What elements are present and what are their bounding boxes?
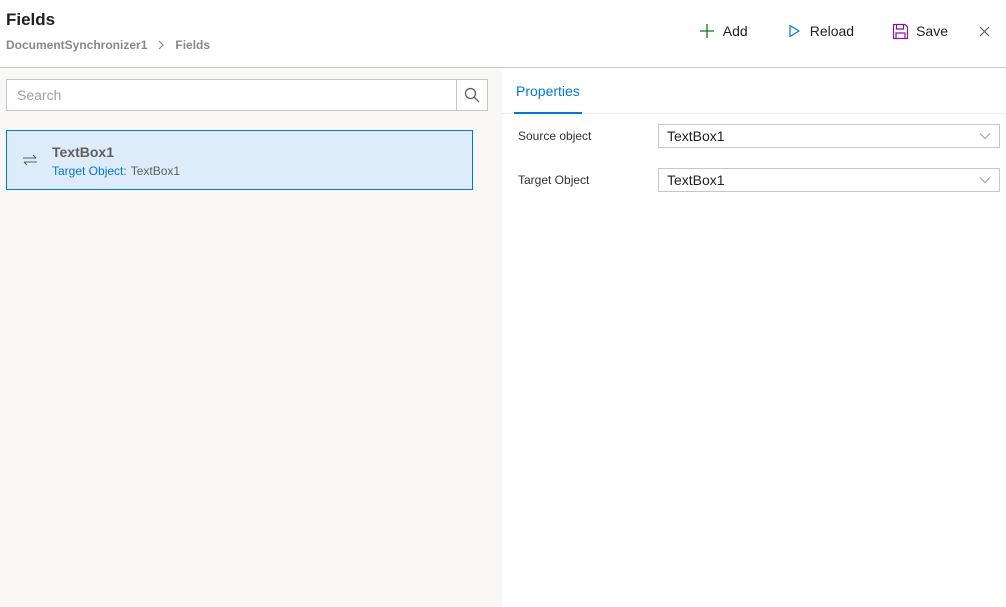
header: Fields DocumentSynchronizer1 Fields Add …	[0, 0, 1006, 68]
chevron-down-icon	[979, 130, 991, 142]
floppy-disk-icon	[890, 21, 910, 41]
save-button[interactable]: Save	[890, 18, 948, 44]
target-object-value: TextBox1	[667, 172, 725, 188]
add-button-label: Add	[722, 23, 748, 39]
add-button[interactable]: Add	[697, 18, 748, 44]
breadcrumb-item-document-synchronizer[interactable]: DocumentSynchronizer1	[6, 38, 147, 52]
list-item-subtitle: Target Object: TextBox1	[52, 164, 180, 178]
tab-properties[interactable]: Properties	[514, 69, 582, 114]
list-item-sub-key: Target Object:	[52, 164, 127, 178]
search-icon	[464, 87, 480, 103]
list-item-title: TextBox1	[52, 144, 114, 160]
page-title: Fields	[6, 10, 56, 29]
list-item-sub-value: TextBox1	[130, 164, 181, 178]
close-button[interactable]	[972, 19, 996, 43]
source-object-dropdown[interactable]: TextBox1	[658, 124, 1000, 148]
swap-icon	[22, 152, 38, 168]
reload-button[interactable]: Reload	[784, 18, 854, 44]
chevron-down-icon	[979, 174, 991, 186]
search-input[interactable]	[7, 80, 457, 110]
plus-icon	[697, 21, 717, 41]
properties-pane: Properties Source object TextBox1 Target…	[502, 69, 1006, 607]
source-object-label: Source object	[518, 129, 592, 143]
list-item[interactable]: TextBox1 Target Object: TextBox1	[6, 130, 473, 190]
breadcrumb-item-fields: Fields	[175, 38, 211, 52]
breadcrumb: DocumentSynchronizer1 Fields	[6, 38, 210, 52]
tab-bar: Properties	[502, 69, 1006, 114]
reload-button-label: Reload	[809, 23, 855, 39]
toolbar: Add Reload Save	[697, 18, 1006, 44]
target-object-dropdown[interactable]: TextBox1	[658, 168, 1000, 192]
play-icon	[784, 21, 804, 41]
save-button-label: Save	[916, 23, 948, 39]
search-button[interactable]	[456, 80, 487, 110]
source-object-value: TextBox1	[667, 128, 725, 144]
source-object-row: Source object TextBox1	[518, 124, 1000, 148]
chevron-right-icon	[157, 40, 165, 50]
search-box	[6, 79, 488, 111]
target-object-label: Target Object	[518, 173, 590, 187]
close-icon	[979, 26, 990, 37]
target-object-row: Target Object TextBox1	[518, 168, 1000, 192]
fields-list-pane: TextBox1 Target Object:TextBox1	[0, 69, 502, 607]
